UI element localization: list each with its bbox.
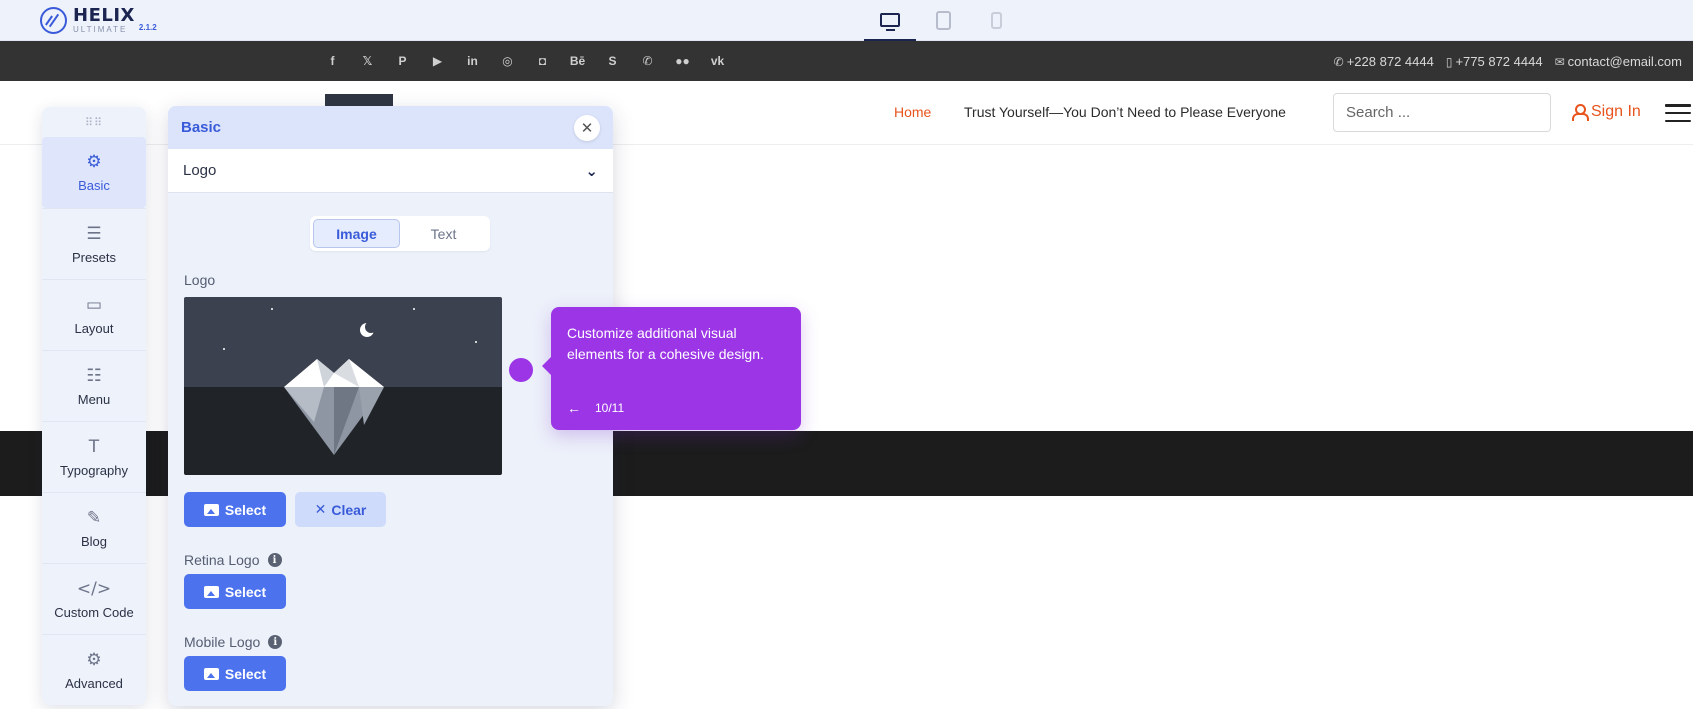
vk-icon[interactable]: vk (707, 51, 728, 72)
sidebar-item-custom-code[interactable]: </> Custom Code (42, 563, 146, 634)
youtube-icon[interactable]: ▶ (427, 51, 448, 72)
site-logo[interactable] (325, 94, 393, 106)
hamburger-menu-icon[interactable] (1665, 104, 1691, 122)
logo-section-toggle[interactable]: Logo ⌄ (168, 149, 613, 193)
logo-type-switch: Image Text (310, 216, 490, 251)
mobile-logo-select-button[interactable]: Select (184, 656, 286, 691)
info-icon[interactable]: i (267, 553, 282, 567)
layout-icon: ▭ (85, 294, 103, 315)
image-icon (203, 667, 219, 680)
sidebar-item-label: Typography (60, 462, 128, 478)
sidebar-item-label: Blog (80, 533, 108, 549)
facebook-icon[interactable]: f (322, 51, 343, 72)
sidebar-item-blog[interactable]: ✎ Blog (42, 492, 146, 563)
tour-tooltip: Customize additional visual elements for… (542, 307, 801, 430)
retina-logo-label: Retina Logo i (184, 552, 282, 568)
whatsapp-icon[interactable]: ✆ (637, 51, 658, 72)
sliders-icon: ☰ (86, 223, 102, 244)
linkedin-icon[interactable]: in (462, 51, 483, 72)
close-x-icon: ✕ (314, 501, 327, 517)
phone-icon: ✆ (1333, 54, 1344, 69)
typography-icon: T (88, 436, 100, 457)
sidebar-item-label: Advanced (65, 675, 123, 691)
sidebar-item-presets[interactable]: ☰ Presets (42, 208, 146, 279)
mobile-phone-icon: ▯ (1445, 54, 1453, 69)
nav-home[interactable]: Home (894, 104, 931, 120)
sidebar-item-label: Presets (71, 249, 117, 265)
advanced-icon: ⚙ (86, 649, 102, 670)
sidebar-item-label: Basic (78, 178, 110, 193)
tab-image[interactable]: Image (313, 219, 400, 248)
sidebar-item-layout[interactable]: ▭ Layout (42, 279, 146, 350)
section-title: Logo (183, 162, 217, 179)
tour-hotspot[interactable] (509, 358, 533, 382)
flickr-icon[interactable]: ●● (672, 51, 693, 72)
brand-sub: ULTIMATE (73, 25, 128, 34)
logo-select-button[interactable]: Select (184, 492, 286, 527)
phone-link[interactable]: ✆ +228 872 4444 (1334, 54, 1434, 69)
behance-icon[interactable]: Bē (567, 51, 588, 72)
nav-article[interactable]: Trust Yourself—You Don’t Need to Please … (964, 104, 1286, 120)
arrow-left-icon[interactable]: ← (567, 400, 581, 416)
tablet-view-button[interactable] (917, 0, 969, 41)
brand-name: HELIX (73, 5, 135, 26)
blog-icon: ✎ (86, 507, 102, 528)
email-link[interactable]: ✉ contact@email.com (1555, 54, 1682, 69)
sidebar-item-menu[interactable]: ☷ Menu (42, 350, 146, 421)
gear-icon: ⚙ (86, 152, 102, 172)
helix-logo: HELIX ULTIMATE 2.1.2 (40, 7, 157, 34)
menu-list-icon: ☷ (86, 365, 102, 386)
social-links: f 𝕏 P ▶ in ◎ ◘ Bē S ✆ ●● vk (322, 41, 728, 81)
sidebar-item-basic[interactable]: ⚙ Basic (42, 137, 146, 208)
panel-header: Basic ✕ (168, 106, 613, 149)
sidebar-item-label: Menu (77, 391, 111, 407)
contact-info: ✆ +228 872 4444 ▯ +775 872 4444 ✉ contact@e… (1334, 41, 1682, 81)
user-icon (1572, 104, 1589, 121)
mobile-logo-label: Mobile Logo i (184, 634, 283, 650)
brand-version: 2.1.2 (138, 23, 157, 32)
sidebar-item-label: Layout (74, 320, 114, 336)
code-icon: </> (76, 578, 112, 599)
mobile-link[interactable]: ▯ +775 872 4444 (1446, 54, 1543, 69)
sidebar-item-label: Custom Code (54, 604, 134, 620)
mobile-view-button[interactable] (970, 0, 1022, 41)
editor-toolbar: HELIX ULTIMATE 2.1.2 (0, 0, 1693, 41)
desktop-view-button[interactable] (864, 0, 916, 41)
tour-text: Customize additional visual elements for… (567, 325, 764, 362)
search-input[interactable] (1333, 93, 1551, 132)
envelope-icon: ✉ (1554, 54, 1565, 69)
image-icon (203, 585, 219, 598)
helix-logo-icon (40, 7, 67, 34)
tab-text[interactable]: Text (400, 219, 487, 248)
x-icon[interactable]: 𝕏 (357, 51, 378, 72)
retina-logo-select-button[interactable]: Select (184, 574, 286, 609)
logo-preview-image (184, 297, 502, 475)
skype-icon[interactable]: S (602, 51, 623, 72)
sidebar-item-typography[interactable]: T Typography (42, 421, 146, 492)
instagram-icon[interactable]: ◘ (532, 51, 553, 72)
drag-handle-icon[interactable]: ⠿⠿ (42, 107, 146, 137)
info-icon[interactable]: i (268, 635, 283, 649)
dribbble-icon[interactable]: ◎ (497, 51, 518, 72)
panel-title: Basic (181, 119, 222, 136)
sign-in-link[interactable]: Sign In (1572, 103, 1641, 121)
site-topbar: f 𝕏 P ▶ in ◎ ◘ Bē S ✆ ●● vk ✆ +228 872 4444 ▯ +775 87… (0, 41, 1693, 81)
pinterest-icon[interactable]: P (392, 51, 413, 72)
logo-label: Logo (184, 272, 216, 288)
image-icon (203, 503, 219, 516)
sidebar-item-advanced[interactable]: ⚙ Advanced (42, 634, 146, 705)
tour-step: 10/11 (595, 401, 625, 415)
tablet-icon (935, 11, 951, 30)
settings-panel: Basic ✕ Logo ⌄ Image Text Logo Select ✕ (168, 106, 613, 706)
chevron-down-icon: ⌄ (585, 162, 598, 180)
close-icon[interactable]: ✕ (574, 114, 600, 141)
logo-clear-button[interactable]: ✕ Clear (295, 492, 386, 527)
mobile-icon (990, 12, 1002, 29)
desktop-icon (880, 12, 900, 31)
editor-sidebar: ⠿⠿ ⚙ Basic ☰ Presets ▭ Layout ☷ Menu T Typography… (42, 107, 146, 705)
